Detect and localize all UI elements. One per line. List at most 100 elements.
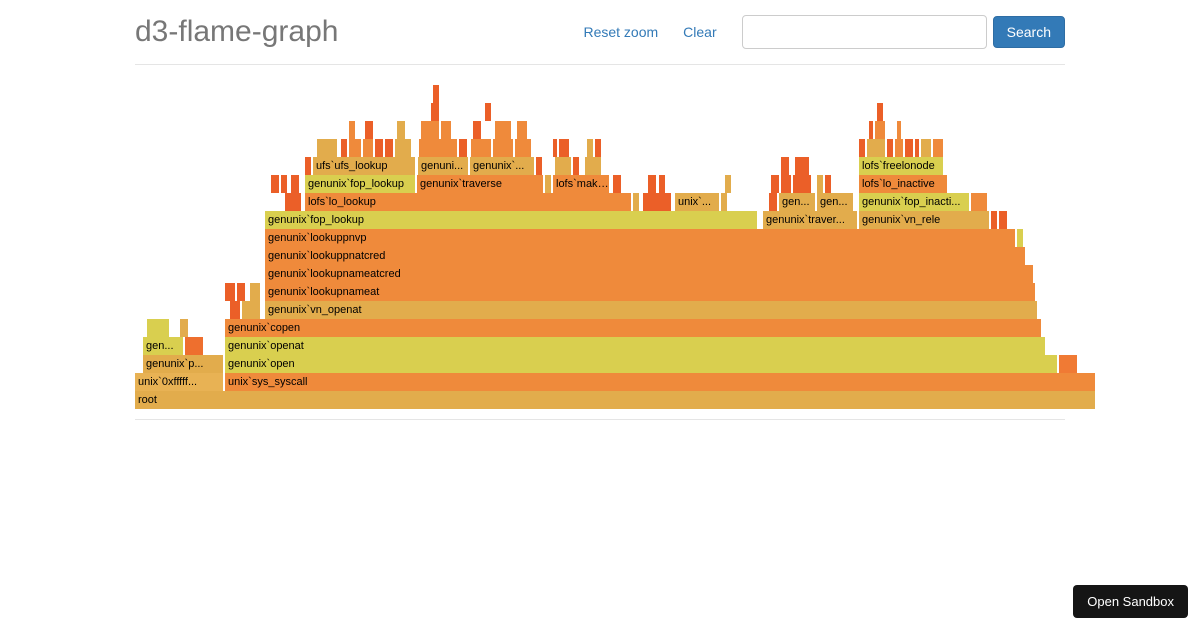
flame-frame[interactable] xyxy=(291,175,299,193)
flame-frame[interactable]: genunix`lookuppnatcred xyxy=(265,247,1025,265)
flame-frame[interactable] xyxy=(485,103,491,121)
flame-frame[interactable] xyxy=(991,211,997,229)
flame-frame[interactable] xyxy=(1017,229,1023,247)
flame-frame[interactable]: genunix`fop_lookup xyxy=(265,211,757,229)
flame-graph[interactable]: rootunix`0xfffff...unix`sys_syscallgenun… xyxy=(135,85,1095,409)
flame-frame[interactable] xyxy=(825,175,831,193)
flame-frame[interactable]: genunix`lookupnameatcred xyxy=(265,265,1033,283)
flame-frame[interactable]: genunix`copen xyxy=(225,319,1041,337)
flame-frame[interactable] xyxy=(905,139,913,157)
flame-frame[interactable] xyxy=(180,319,188,337)
flame-frame[interactable] xyxy=(341,139,347,157)
reset-zoom-link[interactable]: Reset zoom xyxy=(583,24,658,40)
search-input[interactable] xyxy=(742,15,987,49)
flame-frame[interactable]: genunix`fop_lookup xyxy=(305,175,415,193)
flame-frame[interactable] xyxy=(363,139,373,157)
flame-frame[interactable] xyxy=(915,139,919,157)
flame-frame[interactable] xyxy=(781,175,791,193)
flame-frame[interactable] xyxy=(441,121,451,139)
flame-frame[interactable] xyxy=(281,175,287,193)
flame-frame[interactable] xyxy=(933,139,943,157)
flame-frame[interactable] xyxy=(793,175,811,193)
flame-frame[interactable]: root xyxy=(135,391,1095,409)
flame-frame[interactable] xyxy=(517,121,527,139)
flame-frame[interactable] xyxy=(317,139,337,157)
flame-frame[interactable]: genunix`vn_openat xyxy=(265,301,1037,319)
flame-frame[interactable]: genuni... xyxy=(418,157,468,175)
flame-frame[interactable] xyxy=(633,193,639,211)
flame-frame[interactable] xyxy=(725,175,731,193)
clear-link[interactable]: Clear xyxy=(683,24,716,40)
flame-frame[interactable]: genunix`open xyxy=(225,355,1057,373)
flame-frame[interactable] xyxy=(536,157,542,175)
flame-frame[interactable] xyxy=(659,175,665,193)
flame-frame[interactable] xyxy=(493,139,513,157)
flame-frame[interactable] xyxy=(395,139,411,157)
flame-frame[interactable] xyxy=(769,193,777,211)
flame-frame[interactable]: gen... xyxy=(817,193,853,211)
flame-frame[interactable] xyxy=(859,139,865,157)
flame-frame[interactable] xyxy=(897,121,901,139)
flame-frame[interactable]: unix`... xyxy=(675,193,719,211)
flame-frame[interactable] xyxy=(771,175,779,193)
flame-frame[interactable] xyxy=(875,121,885,139)
search-button[interactable]: Search xyxy=(993,16,1065,48)
flame-frame[interactable] xyxy=(971,193,987,211)
flame-frame[interactable] xyxy=(397,121,405,139)
flame-frame[interactable]: genunix`lookupnameat xyxy=(265,283,1035,301)
flame-frame[interactable]: genunix`... xyxy=(470,157,534,175)
flame-frame[interactable]: lofs`lo_inactive xyxy=(859,175,947,193)
flame-frame[interactable] xyxy=(553,139,557,157)
flame-frame[interactable] xyxy=(433,85,439,103)
flame-frame[interactable] xyxy=(643,193,671,211)
flame-frame[interactable] xyxy=(349,139,361,157)
flame-frame[interactable] xyxy=(869,121,873,139)
flame-frame[interactable] xyxy=(573,157,579,175)
flame-frame[interactable] xyxy=(225,283,235,301)
flame-frame[interactable]: genunix`openat xyxy=(225,337,1045,355)
flame-frame[interactable]: lofs`freelonode xyxy=(859,157,943,175)
flame-frame[interactable] xyxy=(781,157,789,175)
flame-frame[interactable] xyxy=(515,139,531,157)
flame-frame[interactable]: gen... xyxy=(779,193,815,211)
flame-frame[interactable] xyxy=(365,121,373,139)
flame-frame[interactable] xyxy=(721,193,727,211)
flame-frame[interactable] xyxy=(459,139,467,157)
flame-frame[interactable] xyxy=(887,139,893,157)
flame-frame[interactable] xyxy=(250,283,260,301)
flame-frame[interactable]: unix`0xfffff... xyxy=(135,373,223,391)
flame-frame[interactable]: gen... xyxy=(143,337,183,355)
flame-frame[interactable]: ufs`ufs_lookup xyxy=(313,157,415,175)
flame-frame[interactable]: genunix`lookuppnvp xyxy=(265,229,1015,247)
flame-frame[interactable] xyxy=(385,139,393,157)
flame-frame[interactable] xyxy=(585,157,601,175)
flame-frame[interactable] xyxy=(545,175,551,193)
open-sandbox-button[interactable]: Open Sandbox xyxy=(1073,585,1188,618)
flame-frame[interactable] xyxy=(421,121,439,139)
flame-frame[interactable] xyxy=(147,319,169,337)
flame-frame[interactable] xyxy=(285,193,301,211)
flame-frame[interactable] xyxy=(471,139,491,157)
flame-frame[interactable] xyxy=(999,211,1007,229)
flame-frame[interactable] xyxy=(921,139,931,157)
flame-frame[interactable] xyxy=(895,139,903,157)
flame-frame[interactable] xyxy=(817,175,823,193)
flame-frame[interactable] xyxy=(877,103,883,121)
flame-frame[interactable] xyxy=(473,121,481,139)
flame-frame[interactable]: unix`sys_syscall xyxy=(225,373,1095,391)
flame-frame[interactable]: genunix`vn_rele xyxy=(859,211,989,229)
flame-frame[interactable]: genunix`traverse xyxy=(417,175,543,193)
flame-frame[interactable] xyxy=(867,139,885,157)
flame-frame[interactable] xyxy=(555,157,571,175)
flame-frame[interactable] xyxy=(595,139,601,157)
flame-frame[interactable] xyxy=(613,175,621,193)
flame-frame[interactable]: genunix`p... xyxy=(143,355,223,373)
flame-frame[interactable]: lofs`makel... xyxy=(553,175,609,193)
flame-frame[interactable]: genunix`fop_inacti... xyxy=(859,193,969,211)
flame-frame[interactable] xyxy=(349,121,355,139)
flame-frame[interactable] xyxy=(431,103,439,121)
flame-frame[interactable] xyxy=(419,139,457,157)
flame-frame[interactable] xyxy=(242,301,260,319)
flame-frame[interactable] xyxy=(648,175,656,193)
flame-frame[interactable] xyxy=(375,139,383,157)
